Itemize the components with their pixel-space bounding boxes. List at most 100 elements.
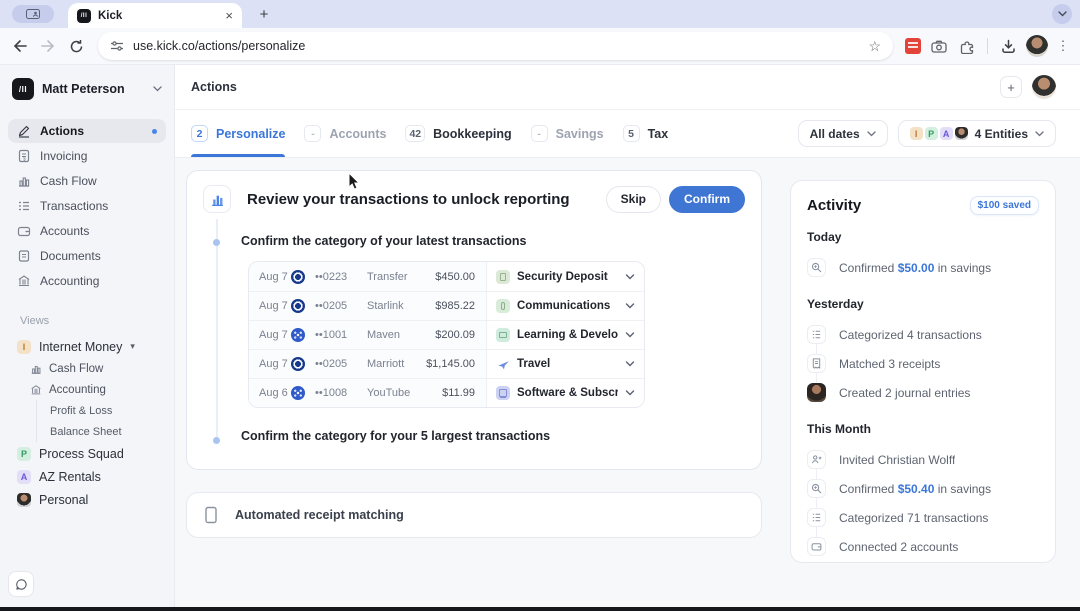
view-item-internet-money[interactable]: I Internet Money ▾ bbox=[8, 335, 166, 358]
tx-date: Aug 7 bbox=[249, 358, 291, 370]
bank-icon bbox=[30, 384, 42, 396]
tx-account: ••1008 bbox=[315, 387, 367, 399]
close-tab-icon[interactable]: × bbox=[225, 9, 233, 22]
extensions-puzzle-icon[interactable] bbox=[957, 36, 977, 56]
workspace-switcher[interactable]: /II Matt Peterson bbox=[0, 67, 174, 111]
sidebar-item-transactions[interactable]: Transactions bbox=[8, 194, 166, 218]
category-select[interactable]: Communications bbox=[486, 292, 644, 320]
downloads-icon[interactable] bbox=[998, 36, 1018, 56]
entity-badge-process-squad: P bbox=[17, 447, 31, 461]
views-tree: Profit & Loss Balance Sheet bbox=[36, 400, 166, 442]
forward-icon[interactable] bbox=[38, 36, 58, 56]
activity-text: in savings bbox=[934, 261, 991, 275]
personal-avatar bbox=[17, 493, 31, 507]
reload-icon[interactable] bbox=[66, 36, 86, 56]
sidebar-item-cash-flow[interactable]: Cash Flow bbox=[8, 169, 166, 193]
tx-amount: $450.00 bbox=[410, 271, 486, 283]
category-label: Security Deposit bbox=[517, 271, 618, 283]
activity-title: Activity bbox=[807, 197, 970, 214]
url-text[interactable]: use.kick.co/actions/personalize bbox=[133, 39, 859, 53]
document-icon bbox=[17, 249, 31, 263]
magnifier-plus-icon bbox=[807, 258, 826, 277]
view-subitem-label: Balance Sheet bbox=[50, 426, 122, 438]
wallet-icon bbox=[17, 224, 31, 238]
tab-label: Bookkeeping bbox=[433, 127, 512, 141]
view-subitem-balance-sheet[interactable]: Balance Sheet bbox=[50, 421, 166, 442]
sidebar-item-label: Accounting bbox=[40, 274, 99, 288]
activity-item: Connected 2 accounts bbox=[807, 532, 1039, 561]
tab-bookkeeping[interactable]: 42 Bookkeeping bbox=[405, 110, 511, 157]
toolbar-divider bbox=[987, 38, 988, 54]
views-label: Views bbox=[20, 315, 174, 327]
tab-label: Accounts bbox=[329, 127, 386, 141]
entities-filter-label: 4 Entities bbox=[975, 127, 1028, 141]
tab-search-pill[interactable] bbox=[12, 5, 54, 23]
view-item-personal[interactable]: Personal bbox=[8, 488, 166, 511]
category-select[interactable]: Security Deposit bbox=[486, 262, 644, 291]
sidebar-item-documents[interactable]: Documents bbox=[8, 244, 166, 268]
tab-personalize[interactable]: 2 Personalize bbox=[191, 110, 285, 157]
browser-toolbar: use.kick.co/actions/personalize ☆ ⋮ bbox=[0, 28, 1080, 65]
tx-account: ••0205 bbox=[315, 358, 367, 370]
category-label: Travel bbox=[517, 358, 618, 370]
transaction-row: Aug 7 ••0205 Starlink $985.22 Communicat… bbox=[249, 291, 644, 320]
sidebar-item-accounting[interactable]: Accounting bbox=[8, 269, 166, 293]
step-label: Confirm the category for your 5 largest … bbox=[241, 429, 745, 443]
chat-bubble-icon bbox=[15, 578, 28, 591]
sidebar-item-accounts[interactable]: Accounts bbox=[8, 219, 166, 243]
bank-logo-icon bbox=[291, 357, 305, 371]
category-label: Learning & Development bbox=[517, 329, 618, 341]
category-select[interactable]: Travel bbox=[486, 350, 644, 378]
bookmark-star-icon[interactable]: ☆ bbox=[868, 38, 881, 55]
view-subitem-accounting[interactable]: Accounting bbox=[30, 379, 166, 400]
entity-badge: I bbox=[910, 127, 923, 140]
sidebar-item-invoicing[interactable]: $ Invoicing bbox=[8, 144, 166, 168]
list-icon bbox=[807, 508, 826, 527]
site-settings-icon[interactable] bbox=[110, 40, 124, 52]
view-subitem-cash-flow[interactable]: Cash Flow bbox=[30, 358, 166, 379]
sidebar-item-label: Cash Flow bbox=[40, 174, 97, 188]
tab-savings[interactable]: - Savings bbox=[531, 110, 604, 157]
main-header: Actions + bbox=[175, 65, 1080, 110]
view-subitem-profit-loss[interactable]: Profit & Loss bbox=[50, 400, 166, 421]
category-travel-icon bbox=[496, 357, 510, 371]
category-select[interactable]: Software & Subscriptions bbox=[486, 379, 644, 407]
user-avatar[interactable] bbox=[1032, 75, 1056, 99]
tabstrip-chevron-down-icon[interactable] bbox=[1052, 4, 1072, 24]
activity-text: Confirmed bbox=[839, 261, 898, 275]
tx-merchant: Maven bbox=[367, 329, 410, 341]
bank-logo-icon bbox=[291, 328, 305, 342]
skip-button[interactable]: Skip bbox=[606, 186, 661, 213]
notification-dot bbox=[152, 129, 157, 134]
activity-text: Categorized 4 transactions bbox=[839, 328, 982, 342]
category-label: Communications bbox=[517, 300, 618, 312]
view-item-process-squad[interactable]: P Process Squad bbox=[8, 442, 166, 465]
sidebar-item-label: Accounts bbox=[40, 224, 89, 238]
category-select[interactable]: Learning & Development bbox=[486, 321, 644, 349]
browser-menu-icon[interactable]: ⋮ bbox=[1056, 38, 1070, 54]
date-filter-dropdown[interactable]: All dates bbox=[798, 120, 888, 147]
browser-profile-avatar[interactable] bbox=[1026, 35, 1048, 57]
tab-tax[interactable]: 5 Tax bbox=[623, 110, 669, 157]
bottom-bar bbox=[0, 607, 1080, 611]
activity-text: Connected 2 accounts bbox=[839, 540, 958, 554]
receipt-matching-card[interactable]: Automated receipt matching bbox=[186, 492, 762, 538]
entities-filter-dropdown[interactable]: I P A 4 Entities bbox=[898, 120, 1056, 147]
content: Review your transactions to unlock repor… bbox=[175, 158, 1080, 607]
screenshot-camera-icon[interactable] bbox=[929, 36, 949, 56]
confirm-button[interactable]: Confirm bbox=[669, 186, 745, 213]
tx-account: ••0223 bbox=[315, 271, 367, 283]
view-item-az-rentals[interactable]: A AZ Rentals bbox=[8, 465, 166, 488]
chat-bubble-button[interactable] bbox=[8, 571, 34, 597]
main-area: Actions + 2 Personalize - Accounts 42 Bo… bbox=[175, 65, 1080, 607]
browser-tab-kick[interactable]: /II Kick × bbox=[68, 3, 242, 28]
transaction-row: Aug 6 ••1008 YouTube Premium $11.99 Soft… bbox=[249, 378, 644, 407]
back-icon[interactable] bbox=[10, 36, 30, 56]
extension-red-icon[interactable] bbox=[905, 38, 921, 54]
chevron-down-icon bbox=[625, 274, 635, 280]
new-tab-button[interactable]: + bbox=[254, 6, 274, 23]
url-bar[interactable]: use.kick.co/actions/personalize ☆ bbox=[98, 32, 893, 60]
tab-accounts[interactable]: - Accounts bbox=[304, 110, 386, 157]
add-button[interactable]: + bbox=[1000, 76, 1022, 98]
sidebar-item-actions[interactable]: Actions bbox=[8, 119, 166, 143]
